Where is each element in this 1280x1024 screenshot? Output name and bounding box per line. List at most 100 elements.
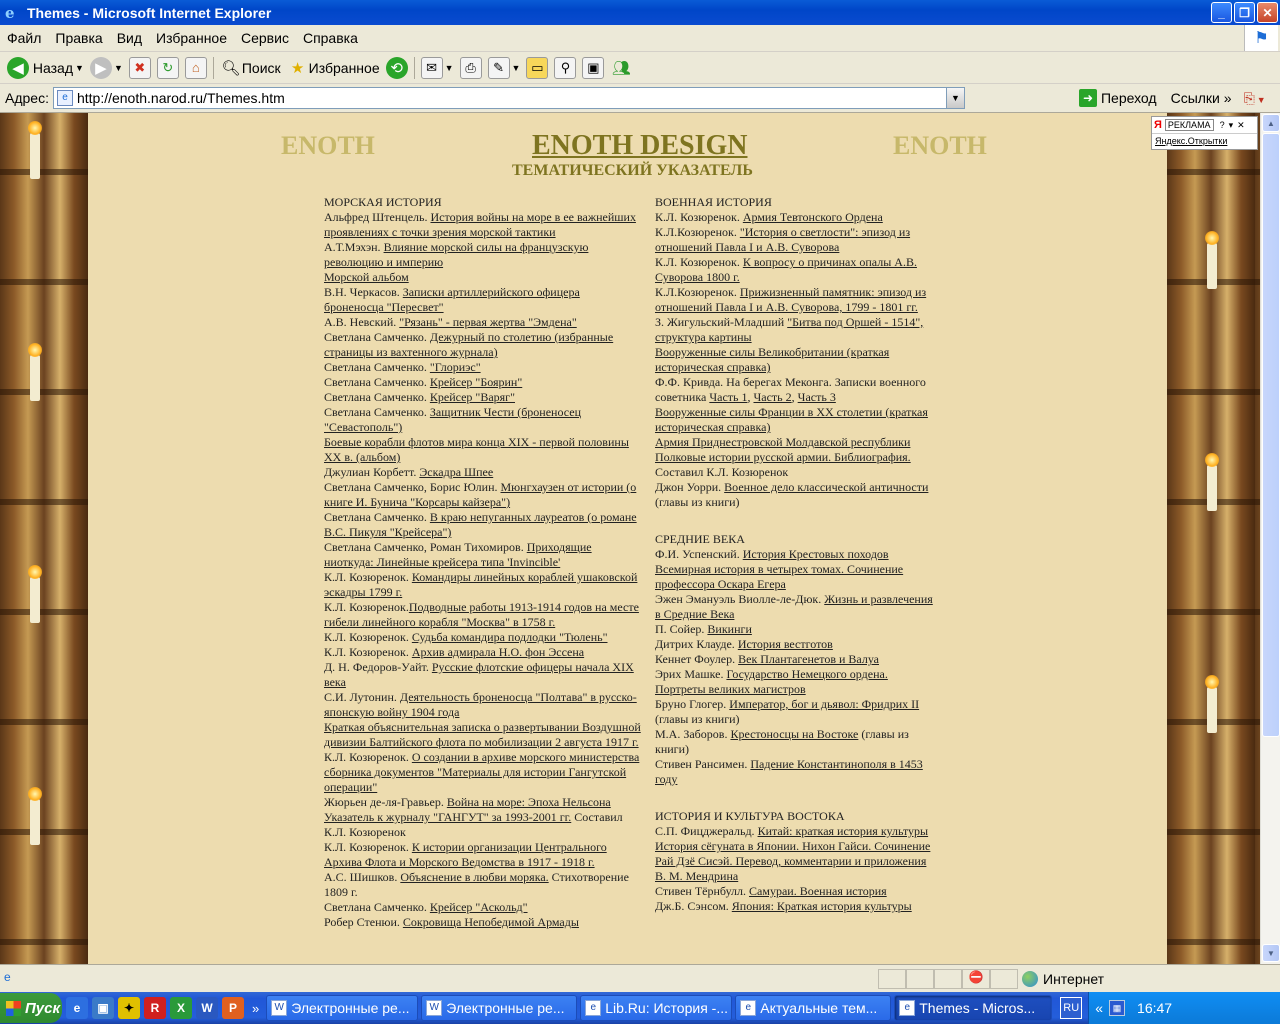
- article-link[interactable]: Сокровища Непобедимой Армады: [403, 915, 579, 929]
- article-link[interactable]: Армия Приднестровской Молдавской республ…: [655, 435, 910, 449]
- address-url[interactable]: http://enoth.narod.ru/Themes.htm: [77, 90, 946, 106]
- scroll-up-icon[interactable]: ▲: [1262, 114, 1280, 132]
- article-link[interactable]: Век Плантагенетов и Валуа: [738, 652, 879, 666]
- article-link[interactable]: История сёгуната в Японии. Нихон Гайси. …: [655, 839, 930, 883]
- back-button[interactable]: ◀ Назад ▼: [4, 54, 87, 82]
- zone-label: Интернет: [1043, 971, 1105, 987]
- article-link[interactable]: "Рязань" - первая жертва "Эмдена": [399, 315, 576, 329]
- edit-button[interactable]: ✎ ▼: [485, 54, 524, 82]
- tray-expand-icon[interactable]: «: [1095, 1000, 1103, 1016]
- folder-button[interactable]: ▭: [523, 54, 551, 82]
- article-link[interactable]: Крейсер "Боярин": [430, 375, 522, 389]
- quicklaunch-more-icon[interactable]: »: [252, 1001, 259, 1016]
- home-button[interactable]: ⌂: [182, 54, 210, 82]
- ad-close-icon[interactable]: ✕: [1237, 120, 1245, 131]
- research-button[interactable]: ⚲: [551, 54, 579, 82]
- article-link[interactable]: Краткая объяснительная записка о разверт…: [324, 720, 641, 749]
- address-input[interactable]: e http://enoth.narod.ru/Themes.htm ▼: [52, 87, 965, 109]
- clock[interactable]: 16:47: [1137, 1000, 1172, 1016]
- history-button[interactable]: ⟲: [383, 54, 411, 82]
- vertical-scrollbar[interactable]: ▲ ▼: [1260, 113, 1280, 964]
- powerpoint-quicklaunch-icon[interactable]: P: [222, 997, 244, 1019]
- article-link[interactable]: Часть 2: [753, 390, 791, 404]
- article-link[interactable]: Морской альбом: [324, 270, 409, 284]
- article-link[interactable]: Япония: Краткая история культуры: [732, 899, 912, 913]
- article-link[interactable]: Вооруженные силы Великобритании (краткая…: [655, 345, 889, 374]
- ad-dropdown-icon[interactable]: ▾: [1229, 120, 1234, 131]
- article-link[interactable]: Эскадра Шпее: [419, 465, 493, 479]
- ie-quicklaunch-icon[interactable]: e: [66, 997, 88, 1019]
- start-button[interactable]: Пуск: [0, 993, 62, 1023]
- ad-help-icon[interactable]: ?: [1220, 120, 1225, 130]
- scroll-thumb[interactable]: [1262, 133, 1280, 737]
- links-button[interactable]: Ссылки »: [1171, 90, 1232, 106]
- article-link[interactable]: Часть 1: [709, 390, 747, 404]
- article-link[interactable]: Крейсер "Варяг": [430, 390, 515, 404]
- close-button[interactable]: ✕: [1257, 2, 1278, 23]
- refresh-button[interactable]: ↻: [154, 54, 182, 82]
- page-title[interactable]: ENOTH DESIGN: [532, 130, 748, 162]
- article-link[interactable]: Император, бог и дьявол: Фридрих II: [729, 697, 919, 711]
- article-link[interactable]: Китай: краткая история культуры: [758, 824, 929, 838]
- article-link[interactable]: Крейсер "Аскольд": [430, 900, 528, 914]
- save-tray-icon[interactable]: ▦: [1109, 1000, 1126, 1016]
- media-button[interactable]: ▣: [579, 54, 607, 82]
- back-dropdown-icon[interactable]: ▼: [75, 63, 84, 73]
- language-indicator[interactable]: RU: [1060, 997, 1083, 1019]
- messenger-button[interactable]: 👥︎: [607, 54, 635, 82]
- minimize-button[interactable]: _: [1211, 2, 1232, 23]
- maximize-button[interactable]: ❐: [1234, 2, 1255, 23]
- mail-dropdown-icon[interactable]: ▼: [445, 63, 454, 73]
- article-link[interactable]: Судьба командира подлодки "Тюлень": [412, 630, 608, 644]
- address-dropdown-icon[interactable]: ▼: [945, 88, 964, 108]
- stop-button[interactable]: ✖: [126, 54, 154, 82]
- forward-dropdown-icon[interactable]: ▼: [114, 63, 123, 73]
- article-link[interactable]: Объяснение в любви моряка.: [400, 870, 548, 884]
- search-button[interactable]: 🔍︎ Поиск: [217, 54, 284, 82]
- go-button[interactable]: ➜ Переход: [1078, 89, 1157, 107]
- article-link[interactable]: Часть 3: [798, 390, 836, 404]
- chevron-right-icon[interactable]: »: [1224, 90, 1232, 106]
- task-ie-topics[interactable]: e Актуальные тем...: [735, 995, 892, 1021]
- article-link[interactable]: Викинги: [707, 622, 751, 636]
- task-word-2[interactable]: W Электронные ре...: [421, 995, 578, 1021]
- menu-view[interactable]: Вид: [110, 30, 149, 46]
- article-link[interactable]: Вооруженные силы Франции в XX столетии (…: [655, 405, 928, 434]
- menu-file[interactable]: Файл: [0, 30, 48, 46]
- article-link[interactable]: Указатель к журналу "ГАНГУТ" за 1993-200…: [324, 810, 571, 824]
- task-word-1[interactable]: W Электронные ре...: [266, 995, 419, 1021]
- app-r-quicklaunch-icon[interactable]: R: [144, 997, 166, 1019]
- article-link[interactable]: Полковые истории русской армии. Библиогр…: [655, 450, 911, 464]
- menu-tools[interactable]: Сервис: [234, 30, 296, 46]
- print-button[interactable]: ⎙: [457, 54, 485, 82]
- article-link[interactable]: Война на море: Эпоха Нельсона: [447, 795, 611, 809]
- edit-dropdown-icon[interactable]: ▼: [512, 63, 521, 73]
- addon-icon[interactable]: ⎘ ▼: [1244, 90, 1266, 107]
- article-link[interactable]: Крестоносцы на Востоке: [730, 727, 858, 741]
- mail-button[interactable]: ✉ ▼: [418, 54, 457, 82]
- article-link[interactable]: История Крестовых походов: [743, 547, 889, 561]
- app-quicklaunch-icon[interactable]: ✦: [118, 997, 140, 1019]
- article-link[interactable]: Архив адмирала Н.О. фон Эссена: [412, 645, 584, 659]
- menu-favorites[interactable]: Избранное: [149, 30, 234, 46]
- article-link[interactable]: Боевые корабли флотов мира конца XIX - п…: [324, 435, 629, 464]
- article-link[interactable]: Военное дело классической античности: [724, 480, 928, 494]
- ad-link[interactable]: Яндекс.Открытки: [1152, 134, 1257, 150]
- popup-blocked-icon[interactable]: ⛔: [962, 969, 990, 989]
- forward-button[interactable]: ▶ ▼: [87, 54, 126, 82]
- word-quicklaunch-icon[interactable]: W: [196, 997, 218, 1019]
- favorites-button[interactable]: ★ Избранное: [284, 54, 383, 82]
- article-link[interactable]: "Глориэс": [430, 360, 481, 374]
- desktop-quicklaunch-icon[interactable]: ▣: [92, 997, 114, 1019]
- task-ie-libru[interactable]: e Lib.Ru: История -...: [580, 995, 733, 1021]
- article-link[interactable]: Всемирная история в четырех томах. Сочин…: [655, 562, 903, 591]
- menu-edit[interactable]: Правка: [48, 30, 109, 46]
- menu-help[interactable]: Справка: [296, 30, 365, 46]
- excel-quicklaunch-icon[interactable]: X: [170, 997, 192, 1019]
- scroll-down-icon[interactable]: ▼: [1262, 944, 1280, 962]
- article-link[interactable]: История вестготов: [738, 637, 833, 651]
- task-ie-themes[interactable]: e Themes - Micros...: [894, 995, 1053, 1021]
- article-link[interactable]: Армия Тевтонского Ордена: [743, 210, 883, 224]
- system-tray: « ▦ 16:47: [1088, 992, 1280, 1024]
- article-link[interactable]: Самураи. Военная история: [749, 884, 887, 898]
